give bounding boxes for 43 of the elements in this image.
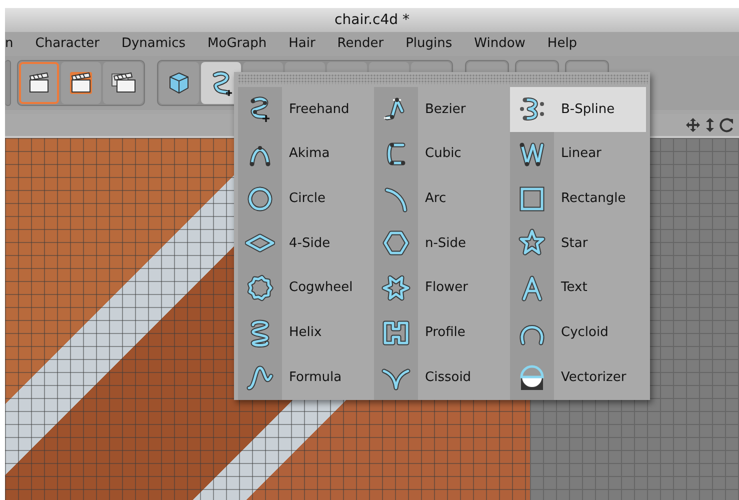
menu-item[interactable]: Render — [326, 34, 395, 54]
move-icon[interactable] — [685, 117, 701, 133]
menu-option[interactable]: Rectangle — [510, 176, 646, 222]
menu-option[interactable]: n-Side — [374, 221, 510, 266]
menu-option[interactable]: Bezier — [374, 87, 510, 132]
menu-item[interactable]: MoGraph — [196, 34, 278, 54]
menu-option[interactable]: Helix — [238, 310, 374, 356]
hexagon-icon — [381, 228, 411, 258]
menu-option[interactable]: Cycloid — [510, 310, 646, 356]
menu-option[interactable]: Akima — [238, 132, 374, 176]
menu-item[interactable]: Hair — [278, 34, 326, 54]
menu-option[interactable]: Cubic — [374, 132, 510, 176]
menu-option[interactable]: Formula — [238, 355, 374, 400]
menu-option[interactable]: Cogwheel — [238, 266, 374, 310]
rotate-icon[interactable] — [719, 117, 735, 133]
toolbar-button[interactable] — [103, 62, 143, 104]
toolbar-button[interactable] — [19, 62, 59, 104]
menu-item[interactable]: n — [5, 34, 24, 54]
menu-option[interactable]: B-Spline — [510, 87, 646, 132]
menu-option[interactable]: Cissoid — [374, 355, 510, 400]
menu-item[interactable]: Character — [24, 34, 110, 54]
menu-item[interactable]: Window — [463, 34, 536, 54]
menu-grip[interactable] — [238, 74, 648, 84]
menu-option[interactable]: 4-Side — [238, 221, 374, 266]
menu-option[interactable]: Text — [510, 266, 646, 310]
menu-option[interactable]: Profile — [374, 310, 510, 356]
flower-icon — [381, 273, 411, 304]
menu-option[interactable]: Freehand — [238, 87, 374, 132]
menu-item[interactable]: Plugins — [394, 34, 464, 54]
menu-item[interactable]: Dynamics — [110, 34, 197, 54]
clapperboard-icon — [67, 69, 95, 97]
menu-option[interactable]: Arc — [374, 176, 510, 222]
menu-option[interactable]: Circle — [238, 176, 374, 222]
window-title: chair.c4d * — [334, 10, 410, 30]
menu-option[interactable]: Vectorizer — [510, 355, 646, 400]
menu-option[interactable]: Flower — [374, 266, 510, 310]
menu-option[interactable]: Star — [510, 221, 646, 266]
menu-option[interactable]: Linear — [510, 132, 646, 176]
cogwheel-icon — [245, 273, 275, 304]
menu-item[interactable]: Help — [536, 34, 588, 54]
toolbar-group — [5, 60, 11, 106]
toolbar-button[interactable] — [159, 62, 199, 104]
toolbar-button[interactable] — [61, 62, 101, 104]
